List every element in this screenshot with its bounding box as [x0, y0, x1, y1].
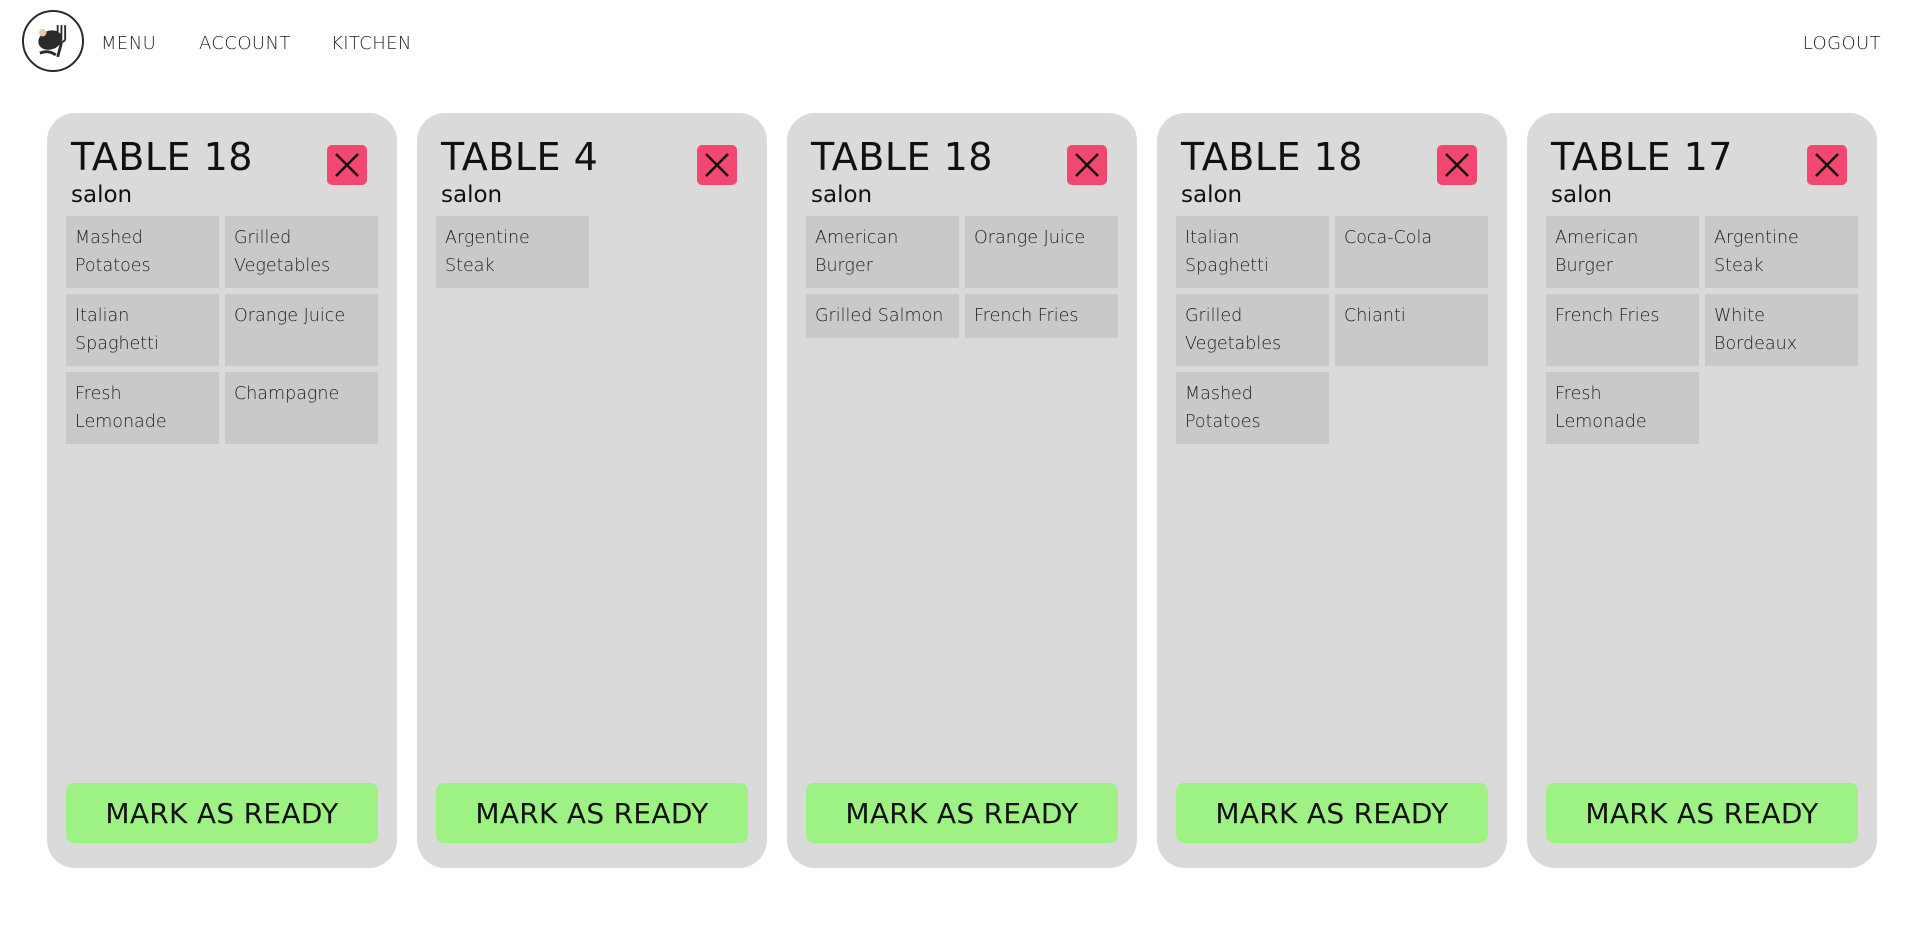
order-item: Fresh Lemonade [66, 372, 219, 444]
order-area-label: salon [71, 182, 133, 208]
order-item: Mashed Potatoes [1176, 372, 1329, 444]
order-item: Chianti [1335, 294, 1488, 366]
top-navigation: MENU ACCOUNT KITCHEN LOGOUT [0, 0, 1919, 88]
order-table-title: TABLE 18 [811, 135, 993, 179]
order-item: White Bordeaux [1705, 294, 1858, 366]
order-table-title: TABLE 18 [71, 135, 253, 179]
order-item: Mashed Potatoes [66, 216, 219, 288]
order-item: Coca-Cola [1335, 216, 1488, 288]
mark-as-ready-button[interactable]: MARK AS READY [436, 783, 748, 843]
close-icon [1075, 153, 1099, 177]
order-card: TABLE 4 salon Argentine Steak MARK AS RE… [417, 113, 767, 868]
order-item: Argentine Steak [436, 216, 589, 288]
order-card: TABLE 17 salon American Burger Argentine… [1527, 113, 1877, 868]
order-area-label: salon [1551, 182, 1613, 208]
order-table-title: TABLE 17 [1551, 135, 1733, 179]
order-item: Orange Juice [965, 216, 1118, 288]
close-icon [1815, 153, 1839, 177]
logout-link[interactable]: LOGOUT [1803, 32, 1881, 56]
order-item: French Fries [1546, 294, 1699, 366]
order-item: Champagne [225, 372, 378, 444]
order-item: Italian Spaghetti [1176, 216, 1329, 288]
order-table-title: TABLE 18 [1181, 135, 1363, 179]
order-item: Grilled Vegetables [225, 216, 378, 288]
order-item: French Fries [965, 294, 1118, 338]
order-items-list: American Burger Argentine Steak French F… [1546, 216, 1858, 444]
order-area-label: salon [811, 182, 873, 208]
order-card: TABLE 18 salon Italian Spaghetti Coca-Co… [1157, 113, 1507, 868]
mark-as-ready-button[interactable]: MARK AS READY [66, 783, 378, 843]
dismiss-order-button[interactable] [1437, 145, 1477, 185]
nav-menu-link[interactable]: MENU [101, 32, 156, 56]
order-area-label: salon [1181, 182, 1243, 208]
dismiss-order-button[interactable] [697, 145, 737, 185]
order-card: TABLE 18 salon American Burger Orange Ju… [787, 113, 1137, 868]
mark-as-ready-button[interactable]: MARK AS READY [1546, 783, 1858, 843]
mark-as-ready-button[interactable]: MARK AS READY [1176, 783, 1488, 843]
order-item: Argentine Steak [1705, 216, 1858, 288]
dismiss-order-button[interactable] [327, 145, 367, 185]
order-card: TABLE 18 salon Mashed Potatoes Grilled V… [47, 113, 397, 868]
dismiss-order-button[interactable] [1807, 145, 1847, 185]
dismiss-order-button[interactable] [1067, 145, 1107, 185]
nav-kitchen-link[interactable]: KITCHEN [331, 32, 412, 56]
order-table-title: TABLE 4 [441, 135, 599, 179]
order-area-label: salon [441, 182, 503, 208]
order-item: Orange Juice [225, 294, 378, 366]
order-item: Italian Spaghetti [66, 294, 219, 366]
order-items-list: American Burger Orange Juice Grilled Sal… [806, 216, 1118, 338]
close-icon [335, 153, 359, 177]
order-item: Grilled Vegetables [1176, 294, 1329, 366]
order-item: American Burger [806, 216, 959, 288]
close-icon [705, 153, 729, 177]
order-items-list: Italian Spaghetti Coca-Cola Grilled Vege… [1176, 216, 1488, 444]
order-item: Grilled Salmon [806, 294, 959, 338]
mark-as-ready-button[interactable]: MARK AS READY [806, 783, 1118, 843]
close-icon [1445, 153, 1469, 177]
kitchen-orders-board: TABLE 18 salon Mashed Potatoes Grilled V… [47, 113, 1877, 868]
order-items-list: Argentine Steak [436, 216, 748, 288]
restaurant-logo[interactable] [22, 10, 84, 72]
order-item: Fresh Lemonade [1546, 372, 1699, 444]
nav-account-link[interactable]: ACCOUNT [199, 32, 291, 56]
order-item: American Burger [1546, 216, 1699, 288]
order-items-list: Mashed Potatoes Grilled Vegetables Itali… [66, 216, 378, 444]
